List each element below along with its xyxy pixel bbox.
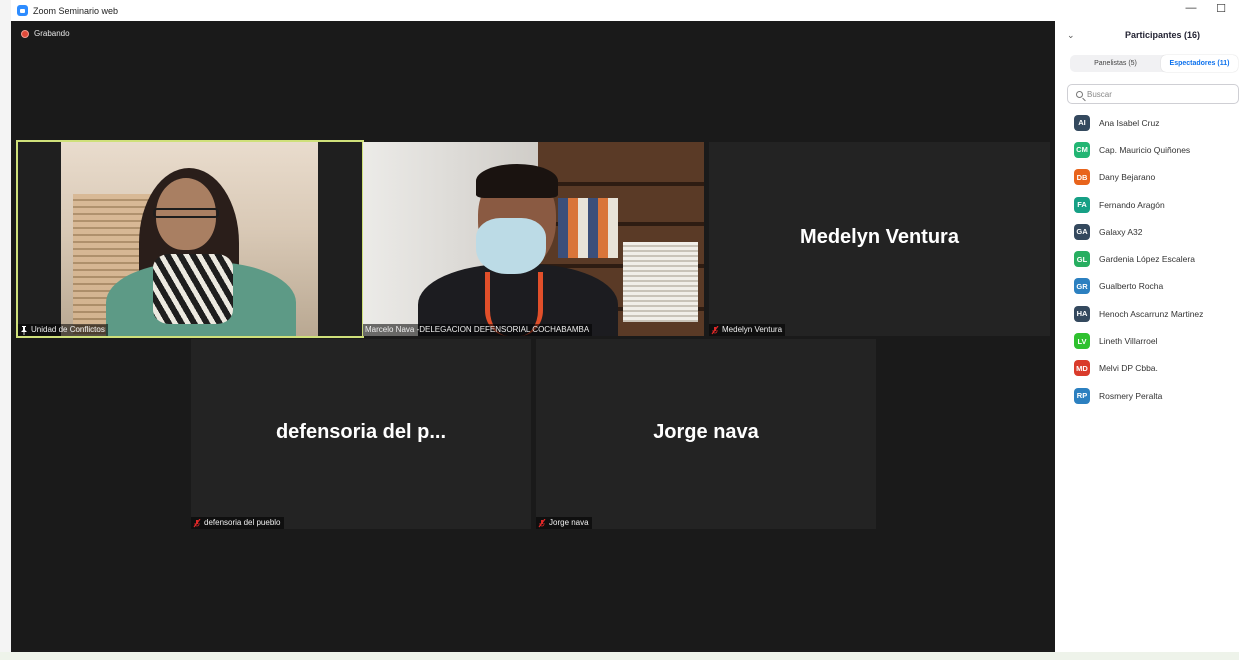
tab-espectadores[interactable]: Espectadores (11) [1161, 55, 1238, 72]
participant-display-name: defensoria del p... [275, 421, 447, 443]
attendee-name: Gardenia López Escalera [1099, 254, 1195, 265]
participant-tabs: Panelistas (5) Espectadores (11) [1070, 55, 1238, 72]
minimize-button[interactable]: — [1182, 2, 1200, 14]
attendee-row[interactable]: GL Gardenia López Escalera [1055, 245, 1239, 272]
video-gallery: Grabando Unidad de Conflictos Marcelo Na… [11, 21, 1055, 652]
attendee-row[interactable]: AI Ana Isabel Cruz [1055, 109, 1239, 136]
video-tile-medelyn-ventura[interactable]: Medelyn Ventura Medelyn Ventura [709, 142, 1050, 336]
search-input[interactable] [1087, 89, 1227, 99]
avatar: GR [1074, 278, 1090, 295]
attendee-row[interactable]: LV Lineth Villarroel [1055, 327, 1239, 354]
participant-display-name: Jorge nava [653, 421, 759, 443]
muted-mic-icon [538, 518, 546, 527]
participant-video [61, 142, 318, 336]
attendee-row[interactable]: MD Melvi DP Cbba. [1055, 355, 1239, 382]
attendee-row[interactable]: CM Cap. Mauricio Quiñones [1055, 136, 1239, 163]
avatar: FA [1074, 196, 1090, 213]
window-titlebar: Zoom Seminario web — ☐ [11, 0, 1239, 22]
panel-header: ⌄ Participantes (16) [1055, 21, 1239, 51]
tile-name-label: Marcelo Nava -DELEGACION DEFENSORIAL COC… [363, 324, 593, 336]
video-tile-marcelo-nava[interactable]: Marcelo Nava -DELEGACION DEFENSORIAL COC… [363, 142, 704, 336]
recording-label: Grabando [34, 29, 70, 38]
attendee-row[interactable]: HA Henoch Ascarrunz Martinez [1055, 300, 1239, 327]
tile-name-label: Jorge nava [536, 517, 592, 529]
window-title: Zoom Seminario web [33, 5, 119, 16]
avatar: AI [1074, 114, 1090, 131]
attendee-row[interactable]: GA Galaxy A32 [1055, 218, 1239, 245]
attendee-name: Fernando Aragón [1099, 199, 1165, 210]
search-box[interactable] [1067, 84, 1239, 104]
video-tile-unidad-de-conflictos[interactable]: Unidad de Conflictos [16, 140, 364, 338]
tile-name-text: Marcelo Nava -DELEGACION DEFENSORIAL COC… [365, 325, 590, 334]
zoom-app-icon [17, 5, 28, 16]
chevron-down-icon[interactable]: ⌄ [1067, 30, 1075, 41]
avatar: CM [1074, 141, 1090, 158]
search-icon [1076, 90, 1083, 98]
pin-icon [21, 325, 27, 335]
tile-name-text: Unidad de Conflictos [31, 325, 105, 334]
tile-name-label: defensoria del pueblo [191, 517, 284, 529]
recording-dot-icon [21, 29, 29, 38]
avatar: MD [1074, 360, 1090, 377]
attendee-row[interactable]: RP Rosmery Peralta [1055, 382, 1239, 409]
video-tile-defensoria-del-pueblo[interactable]: defensoria del p... defensoria del puebl… [191, 339, 531, 529]
attendee-name: Henoch Ascarrunz Martinez [1099, 308, 1204, 319]
video-tile-jorge-nava[interactable]: Jorge nava Jorge nava [536, 339, 876, 529]
tile-name-text: Jorge nava [549, 518, 589, 527]
desktop-background-strip [0, 652, 1239, 660]
tab-panelistas[interactable]: Panelistas (5) [1070, 55, 1161, 72]
tile-name-label: Medelyn Ventura [709, 324, 786, 336]
attendee-name: Melvi DP Cbba. [1099, 363, 1158, 374]
attendee-row[interactable]: GR Gualberto Rocha [1055, 273, 1239, 300]
attendee-name: Dany Bejarano [1099, 172, 1156, 183]
attendee-name: Cap. Mauricio Quiñones [1099, 144, 1191, 155]
avatar: RP [1074, 387, 1090, 404]
attendee-name: Ana Isabel Cruz [1099, 117, 1160, 128]
muted-mic-icon [711, 325, 719, 334]
recording-indicator[interactable]: Grabando [21, 29, 70, 38]
attendee-row[interactable]: FA Fernando Aragón [1055, 191, 1239, 218]
muted-mic-icon [193, 518, 201, 527]
avatar: GL [1074, 251, 1090, 268]
maximize-button[interactable]: ☐ [1212, 2, 1230, 15]
attendee-row[interactable]: DB Dany Bejarano [1055, 164, 1239, 191]
attendee-name: Galaxy A32 [1099, 226, 1143, 237]
tile-name-text: defensoria del pueblo [204, 518, 281, 527]
participant-display-name: Medelyn Ventura [800, 226, 959, 248]
avatar: HA [1074, 305, 1090, 322]
tile-name-label: Unidad de Conflictos [18, 324, 108, 336]
avatar: DB [1074, 169, 1090, 186]
participants-panel: ⌄ Participantes (16) Panelistas (5) Espe… [1055, 21, 1239, 652]
panel-title: Participantes (16) [1125, 30, 1201, 40]
attendee-name: Lineth Villarroel [1099, 336, 1158, 347]
avatar: GA [1074, 223, 1090, 240]
attendee-name: Rosmery Peralta [1099, 390, 1163, 401]
attendee-list: AI Ana Isabel Cruz CM Cap. Mauricio Quiñone… [1055, 109, 1239, 409]
desktop-background [0, 0, 11, 660]
avatar: LV [1074, 333, 1090, 350]
face-mask [476, 218, 546, 274]
attendee-name: Gualberto Rocha [1099, 281, 1164, 292]
tile-name-text: Medelyn Ventura [722, 325, 783, 334]
